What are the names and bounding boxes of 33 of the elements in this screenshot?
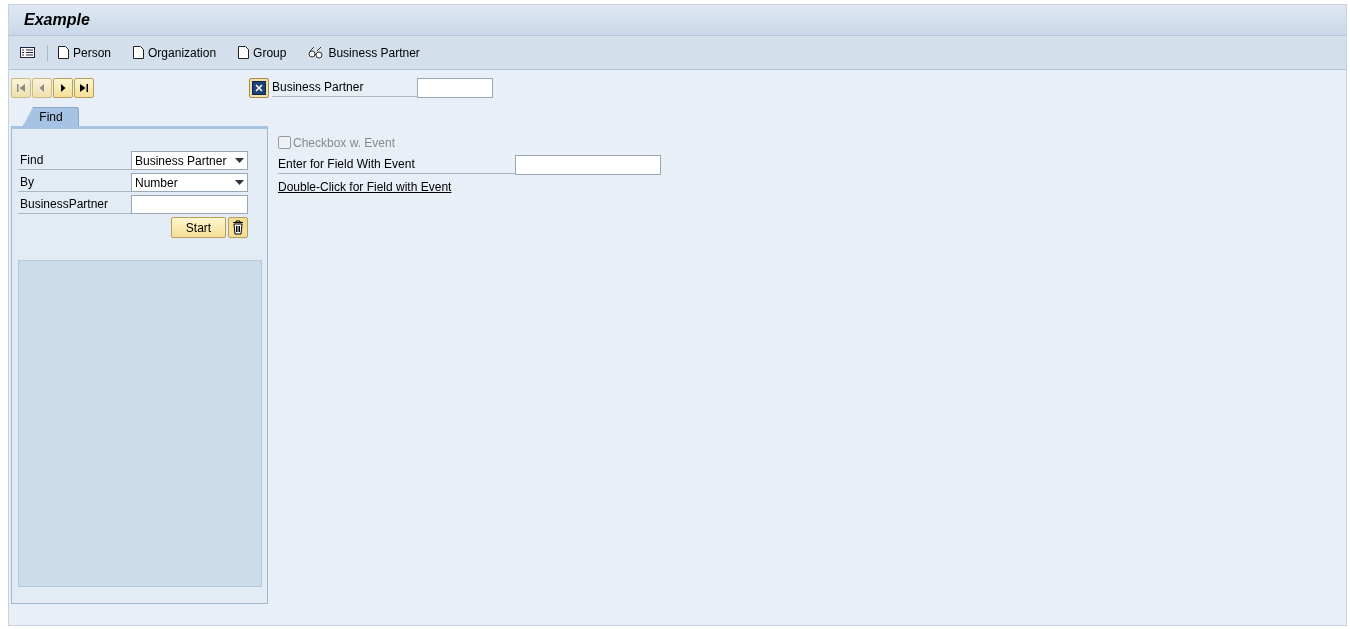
input-field[interactable] [131, 195, 248, 214]
tab[interactable]: Find [23, 107, 79, 126]
dropdown[interactable]: Business Partner [131, 151, 248, 170]
toolbar-button[interactable]: Person [58, 45, 112, 60]
document-icon [58, 46, 69, 59]
last-page-button[interactable] [74, 78, 94, 98]
list-icon [20, 47, 35, 58]
previous-icon [37, 83, 47, 93]
start-button[interactable]: Start [171, 217, 226, 238]
event-link[interactable]: Double-Click for Field with Event [278, 178, 452, 197]
window-title: Example [24, 11, 90, 29]
last-icon [79, 83, 89, 93]
caret-icon [235, 180, 244, 185]
delete-button[interactable] [228, 217, 248, 238]
next-page-button[interactable] [53, 78, 73, 98]
caret-icon [235, 158, 244, 163]
toolbar-button[interactable]: Organization [133, 45, 217, 60]
checkbox-label: Checkbox w. Event [293, 135, 396, 150]
toolbar-button[interactable]: Business Partner [308, 45, 420, 60]
input-field[interactable] [515, 155, 661, 175]
toolbar-button[interactable]: Group [238, 45, 287, 60]
first-icon [16, 83, 26, 93]
field-label: Enter for Field With Event [278, 155, 515, 174]
next-icon [58, 83, 68, 93]
close-button[interactable] [249, 78, 269, 98]
input-field[interactable] [417, 78, 493, 98]
document-icon [238, 46, 250, 59]
dropdown[interactable]: Number [131, 173, 248, 192]
glasses-icon [308, 46, 325, 59]
close-icon [252, 81, 266, 95]
document-icon [133, 46, 145, 59]
trash-icon [232, 220, 244, 235]
list-view-button[interactable] [20, 47, 35, 58]
